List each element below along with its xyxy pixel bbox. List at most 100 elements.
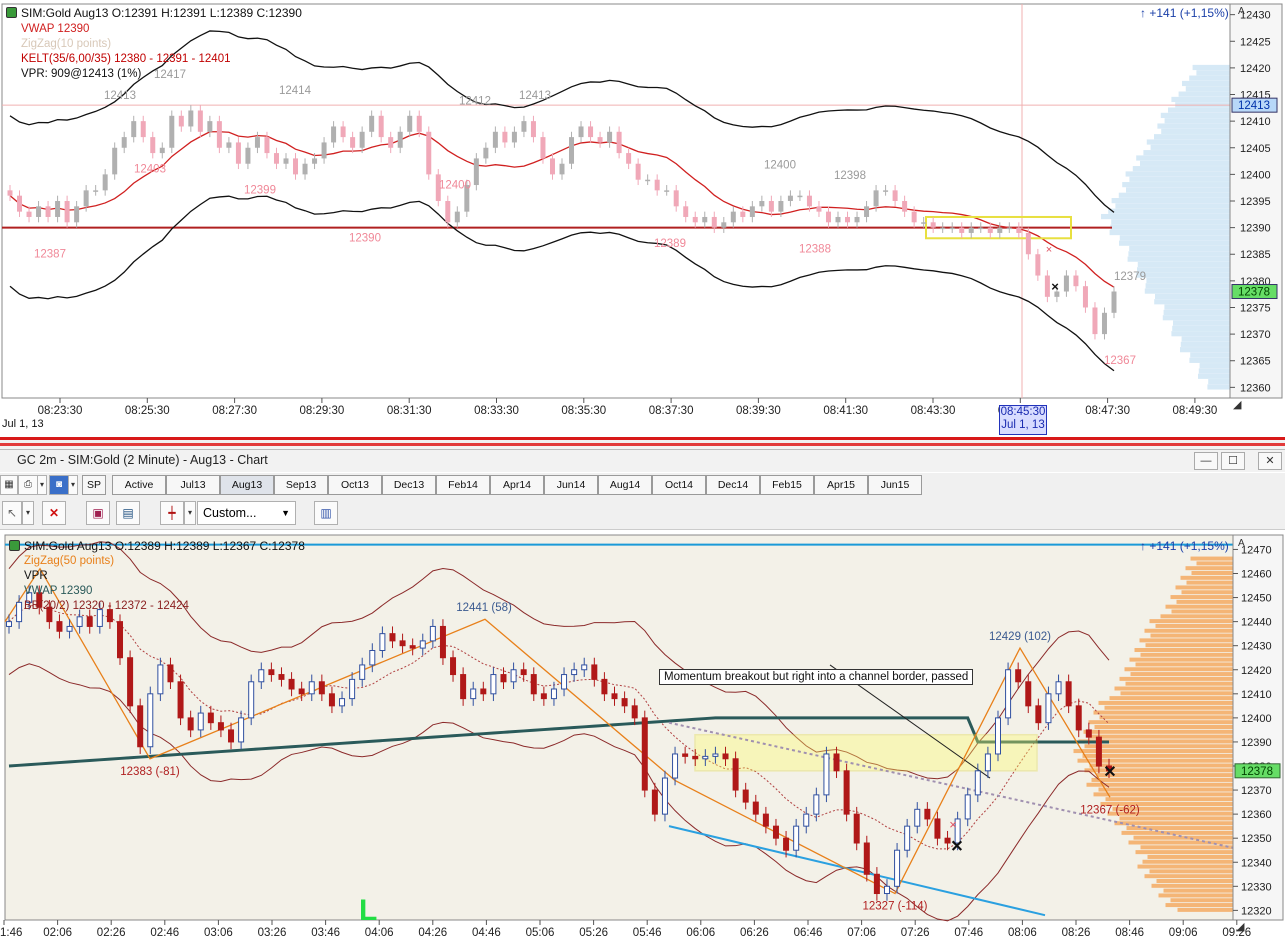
top-legend-item[interactable]: ZigZag(10 points) [21,37,231,52]
bottom-chart[interactable]: 12441 (58) 12429 (102) 12383 (-81) 12327 (-… [0,530,1285,940]
bottom-legend-item[interactable]: VWAP 12390 [24,584,189,599]
x-tick-label: 05:06 [526,927,555,939]
strategies-icon[interactable]: ▤ [116,501,140,525]
candle-body [268,669,275,676]
y-tick-label: 12350 [1241,833,1272,845]
chart-style-icon[interactable]: ┿ [160,501,184,525]
candle-body [654,179,660,191]
y-tick-label: 12395 [1240,196,1271,208]
chart-annotation-note[interactable]: Momentum breakout but right into a chann… [659,669,974,685]
x-tick-label: 08:23:30 [38,405,83,417]
candle-body [349,678,356,700]
top-legend-item[interactable]: VWAP 12390 [21,22,231,37]
top-legend-item[interactable]: KELT(35/6,00/35) 12380 - 12391 - 12401 [21,52,231,67]
candle-body [510,669,517,683]
tab-feb15[interactable]: Feb15 [760,475,814,495]
candle-body [561,674,568,690]
candle-body [1035,705,1042,724]
tab-jul13[interactable]: Jul13 [166,475,220,495]
volume-profile-bar [1140,160,1230,166]
tab-active[interactable]: Active [112,475,166,495]
cursor-menu-arrow-icon[interactable]: ▾ [22,501,34,525]
tab-dec14[interactable]: Dec14 [706,475,760,495]
candle-body [597,137,603,143]
candle-body [883,190,889,192]
volume-profile-bar [1132,166,1230,172]
exit-marker-icon: ✕ [1103,764,1116,781]
tab-feb14[interactable]: Feb14 [436,475,490,495]
volume-profile-bar [1137,267,1230,273]
chart-template-select[interactable]: Custom... ▼ [197,501,296,525]
bottom-legend-item[interactable]: ZigZag(50 points) [24,554,189,569]
tab-apr15[interactable]: Apr15 [814,475,868,495]
y-tick-label: 12420 [1241,665,1272,677]
x-tick-label: 08:33:30 [474,405,519,417]
candle-body [55,201,61,217]
volume-profile-bar [1185,566,1233,571]
print-menu-arrow-icon[interactable]: ▾ [37,475,47,495]
x-tick-label: 06:46 [794,927,823,939]
candle-body [911,211,917,223]
volume-profile-bar [1121,830,1233,835]
tab-aug13[interactable]: Aug13 [220,475,274,495]
tab-dec13[interactable]: Dec13 [382,475,436,495]
minimize-button[interactable]: — [1194,452,1218,470]
candle-body [626,153,632,164]
tab-sp[interactable]: SP [82,475,106,495]
volume-profile-bar [1084,744,1233,749]
bottom-legend-item[interactable]: VPR [24,569,189,584]
indicators-icon[interactable]: ▣ [86,501,110,525]
candle-body [883,885,890,895]
y-tick-label: 12360 [1240,382,1271,394]
data-box-icon[interactable]: ▥ [314,501,338,525]
resize-corner-icon[interactable]: ◢ [1236,920,1244,933]
top-change-text: +141 (+1,15%) [1149,6,1229,20]
properties-icon[interactable]: ▦ [0,475,18,495]
candle-body [350,137,356,148]
screenshot-menu-arrow-icon[interactable]: ▾ [68,475,78,495]
maximize-button[interactable]: ☐ [1221,452,1245,470]
chart-style-menu-arrow-icon[interactable]: ▾ [184,501,196,525]
volume-profile-bar [1189,75,1230,81]
candle-body [264,137,270,154]
candle-body [645,179,651,182]
candle-body [843,770,850,815]
volume-profile-bar [1199,363,1230,369]
tab-sep13[interactable]: Sep13 [274,475,328,495]
tab-jun14[interactable]: Jun14 [544,475,598,495]
candle-body [1085,729,1092,738]
instrument-icon [9,540,20,551]
candle-body [664,190,670,192]
instrument-icon [6,7,17,18]
tab-oct14[interactable]: Oct14 [652,475,706,495]
bottom-legend-item[interactable]: BB(20/2) 12320 - 12372 - 12424 [24,599,189,614]
top-legend-item[interactable]: VPR: 909@12413 (1%) [21,67,231,82]
candle-body [248,681,255,719]
print-icon[interactable]: ⎙ [18,475,38,495]
screenshot-icon[interactable]: ◙ [49,475,69,495]
candle-body [1035,254,1041,276]
candle-body [825,211,831,223]
tab-oct13[interactable]: Oct13 [328,475,382,495]
resize-corner-icon[interactable]: ◢ [1233,398,1241,411]
candle-body [1095,736,1102,767]
candle-body [1092,307,1098,335]
zigzag-label: 12390 [349,233,381,245]
zigzag-label: 12400 [439,179,471,191]
tab-jun15[interactable]: Jun15 [868,475,922,495]
candle-body [83,190,89,207]
candle-body [500,674,507,683]
y-tick-label: 12420 [1240,63,1271,75]
bottom-change-text: +141 (+1,15%) [1149,539,1229,553]
candle-body [318,681,325,695]
cursor-icon[interactable]: ↖ [2,501,22,525]
delete-icon[interactable]: ✕ [42,501,66,525]
candle-body [1025,681,1032,707]
candle-body [813,794,820,815]
candle-body [293,158,299,175]
tab-aug14[interactable]: Aug14 [598,475,652,495]
chart-window-titlebar[interactable]: GC 2m - SIM:Gold (2 Minute) - Aug13 - Ch… [0,449,1285,472]
volume-profile-bar [1171,609,1233,614]
close-window-button[interactable]: ✕ [1258,452,1282,470]
tab-apr14[interactable]: Apr14 [490,475,544,495]
